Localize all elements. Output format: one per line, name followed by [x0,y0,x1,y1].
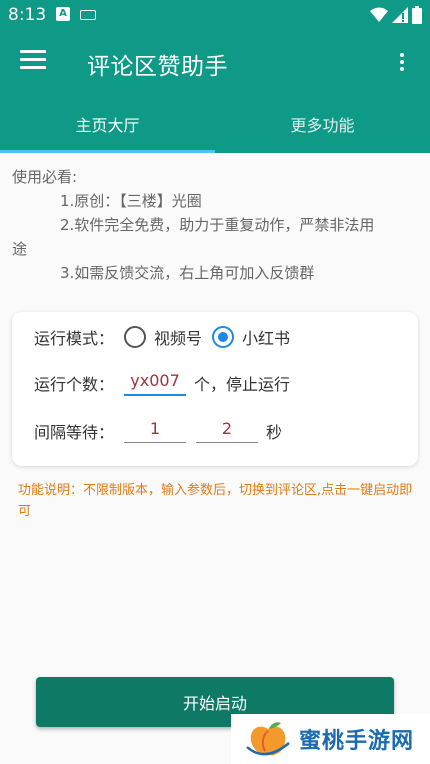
interval-unit: 秒 [266,423,283,442]
mode-label: 运行模式： [34,329,115,348]
watermark-text: 蜜桃手游网 [299,729,415,754]
mode-row: 运行模式： 视频号 小红书 [34,324,290,350]
tab-bar: 主页大厅 更多功能 [0,94,430,153]
radio-xiaohongshu[interactable] [212,326,235,348]
keyboard-icon [80,10,96,20]
radio-video-account-label[interactable]: 视频号 [154,325,202,349]
count-row: 运行个数： yx007 个，停止运行 [34,368,290,398]
peach-logo-icon [246,722,290,756]
tab-home-hall[interactable]: 主页大厅 [0,94,215,153]
watermark: 蜜桃手游网 [231,714,430,764]
interval-label: 间隔等待： [34,423,115,442]
more-options-icon[interactable] [390,50,414,74]
instructions: 使用必看: 1.原创：【三楼】光圈 2.软件完全免费，助力于重复动作，严禁非法用… [12,165,418,285]
battery-icon [412,6,422,24]
tab-more-features[interactable]: 更多功能 [215,94,430,153]
status-bar: 8:13 A [0,0,430,30]
status-time: 8:13 [8,5,47,25]
status-icons [370,6,422,24]
settings-card: 运行模式： 视频号 小红书 运行个数： yx007 个，停止运行 间隔等待： 1… [12,312,418,466]
count-suffix: 个，停止运行 [194,375,291,394]
feature-description: 功能说明：不限制版本，输入参数后，切换到评论区,点击一键启动即可 [18,483,413,519]
wifi-icon [370,7,388,22]
radio-xiaohongshu-label[interactable]: 小红书 [242,325,290,349]
count-input[interactable]: yx007 [124,371,187,396]
count-label: 运行个数： [34,375,115,394]
radio-video-account[interactable] [124,326,147,348]
interval-max-input[interactable]: 2 [196,419,259,443]
instruction-item-1: 1.原创：【三楼】光圈 [60,192,202,210]
interval-min-input[interactable]: 1 [124,419,187,443]
interval-row: 间隔等待： 1 2 秒 [34,416,282,446]
menu-icon[interactable] [20,50,46,72]
app-title: 评论区赞助手 [87,54,228,80]
signal-icon [392,7,408,23]
instruction-item-3: 3.如需反馈交流，右上角可加入反馈群 [60,264,315,282]
instruction-item-2: 2.软件完全免费，助力于重复动作，严禁非法用 [60,216,375,234]
instruction-item-2-cont: 途 [12,240,28,258]
notification-a-icon: A [56,7,70,21]
app-bar: 评论区赞助手 [0,30,430,94]
instructions-heading: 使用必看: [12,168,78,186]
